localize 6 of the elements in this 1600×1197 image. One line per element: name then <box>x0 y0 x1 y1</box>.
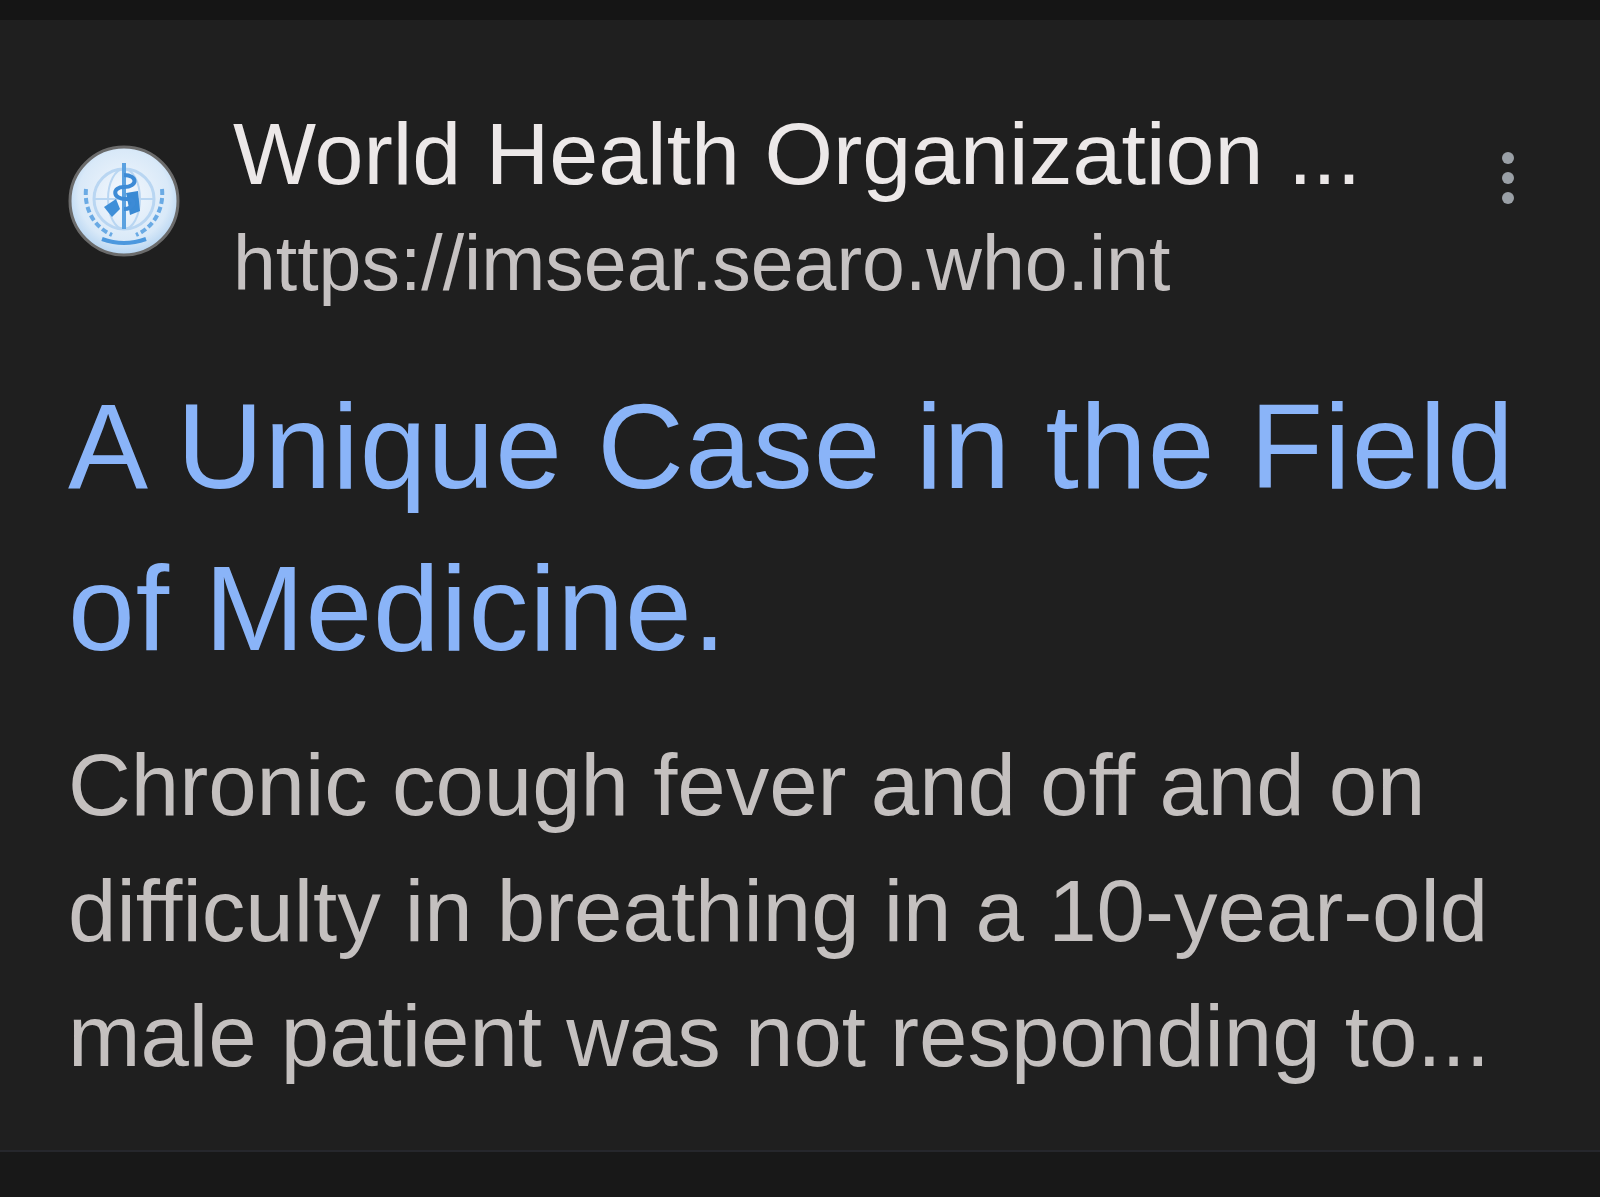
emblem-logo-icon <box>68 145 180 257</box>
result-title-link[interactable]: A Unique Case in the Field of Medicine. <box>68 365 1524 689</box>
site-name: World Health Organization ... <box>233 104 1362 204</box>
result-snippet: Chronic cough fever and off and on difficulty in breathing in a 10-year-old male patient was not responding to... <box>68 735 1491 1086</box>
more-vertical-icon <box>1502 152 1514 204</box>
site-url: https://imsear.searo.who.int <box>233 219 1171 308</box>
